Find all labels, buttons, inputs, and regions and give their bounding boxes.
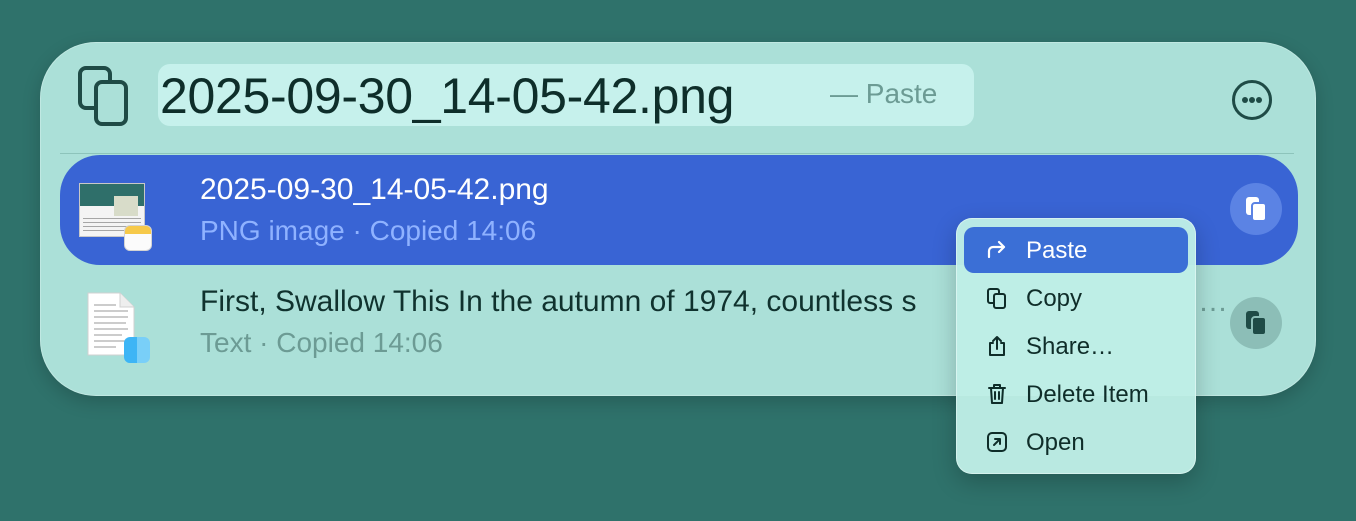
more-options-button[interactable]: [1232, 80, 1272, 120]
divider: [60, 153, 1294, 154]
title-field[interactable]: 2025-09-30_14-05-42.png — Paste: [158, 64, 974, 126]
item-title: 2025-09-30_14-05-42.png: [200, 173, 549, 206]
menu-item-copy[interactable]: Copy: [964, 275, 1188, 321]
notes-app-icon: [124, 225, 152, 251]
ellipsis-icon: [1242, 97, 1248, 103]
paste-arrow-icon: [987, 240, 1006, 259]
copy-button[interactable]: [1230, 183, 1282, 235]
copy-button[interactable]: [1230, 297, 1282, 349]
item-subtitle: PNG image · Copied 14:06: [200, 215, 537, 246]
ellipsis-icon: [1249, 97, 1255, 103]
menu-item-share[interactable]: Share…: [964, 323, 1188, 369]
menu-item-paste[interactable]: Paste: [964, 227, 1188, 273]
finder-app-icon: [124, 337, 150, 363]
ellipsis-icon: [1256, 97, 1262, 103]
menu-item-label: Copy: [1026, 285, 1083, 312]
page-title: 2025-09-30_14-05-42.png: [160, 68, 735, 124]
menu-item-delete[interactable]: Delete Item: [964, 371, 1188, 417]
title-action-hint: — Paste: [830, 78, 938, 109]
menu-item-label: Paste: [1026, 237, 1088, 264]
menu-item-label: Delete Item: [1026, 381, 1149, 408]
open-external-icon: [987, 432, 1007, 452]
item-title-ellipsis: …: [1198, 285, 1228, 318]
copy-icon: [987, 288, 1006, 309]
menu-item-label: Open: [1026, 429, 1085, 456]
menu-item-open[interactable]: Open: [964, 419, 1188, 465]
clipboard-docs-icon: [78, 66, 128, 126]
item-subtitle: Text · Copied 14:06: [200, 327, 443, 358]
copy-icon: [1246, 197, 1267, 222]
share-icon: [989, 336, 1005, 356]
trash-icon: [988, 384, 1006, 404]
menu-item-label: Share…: [1026, 333, 1115, 360]
context-menu: Paste Copy Share… Delete Item Open: [956, 218, 1196, 474]
item-title: First, Swallow This In the autumn of 197…: [200, 285, 917, 318]
copy-icon: [1246, 311, 1267, 336]
